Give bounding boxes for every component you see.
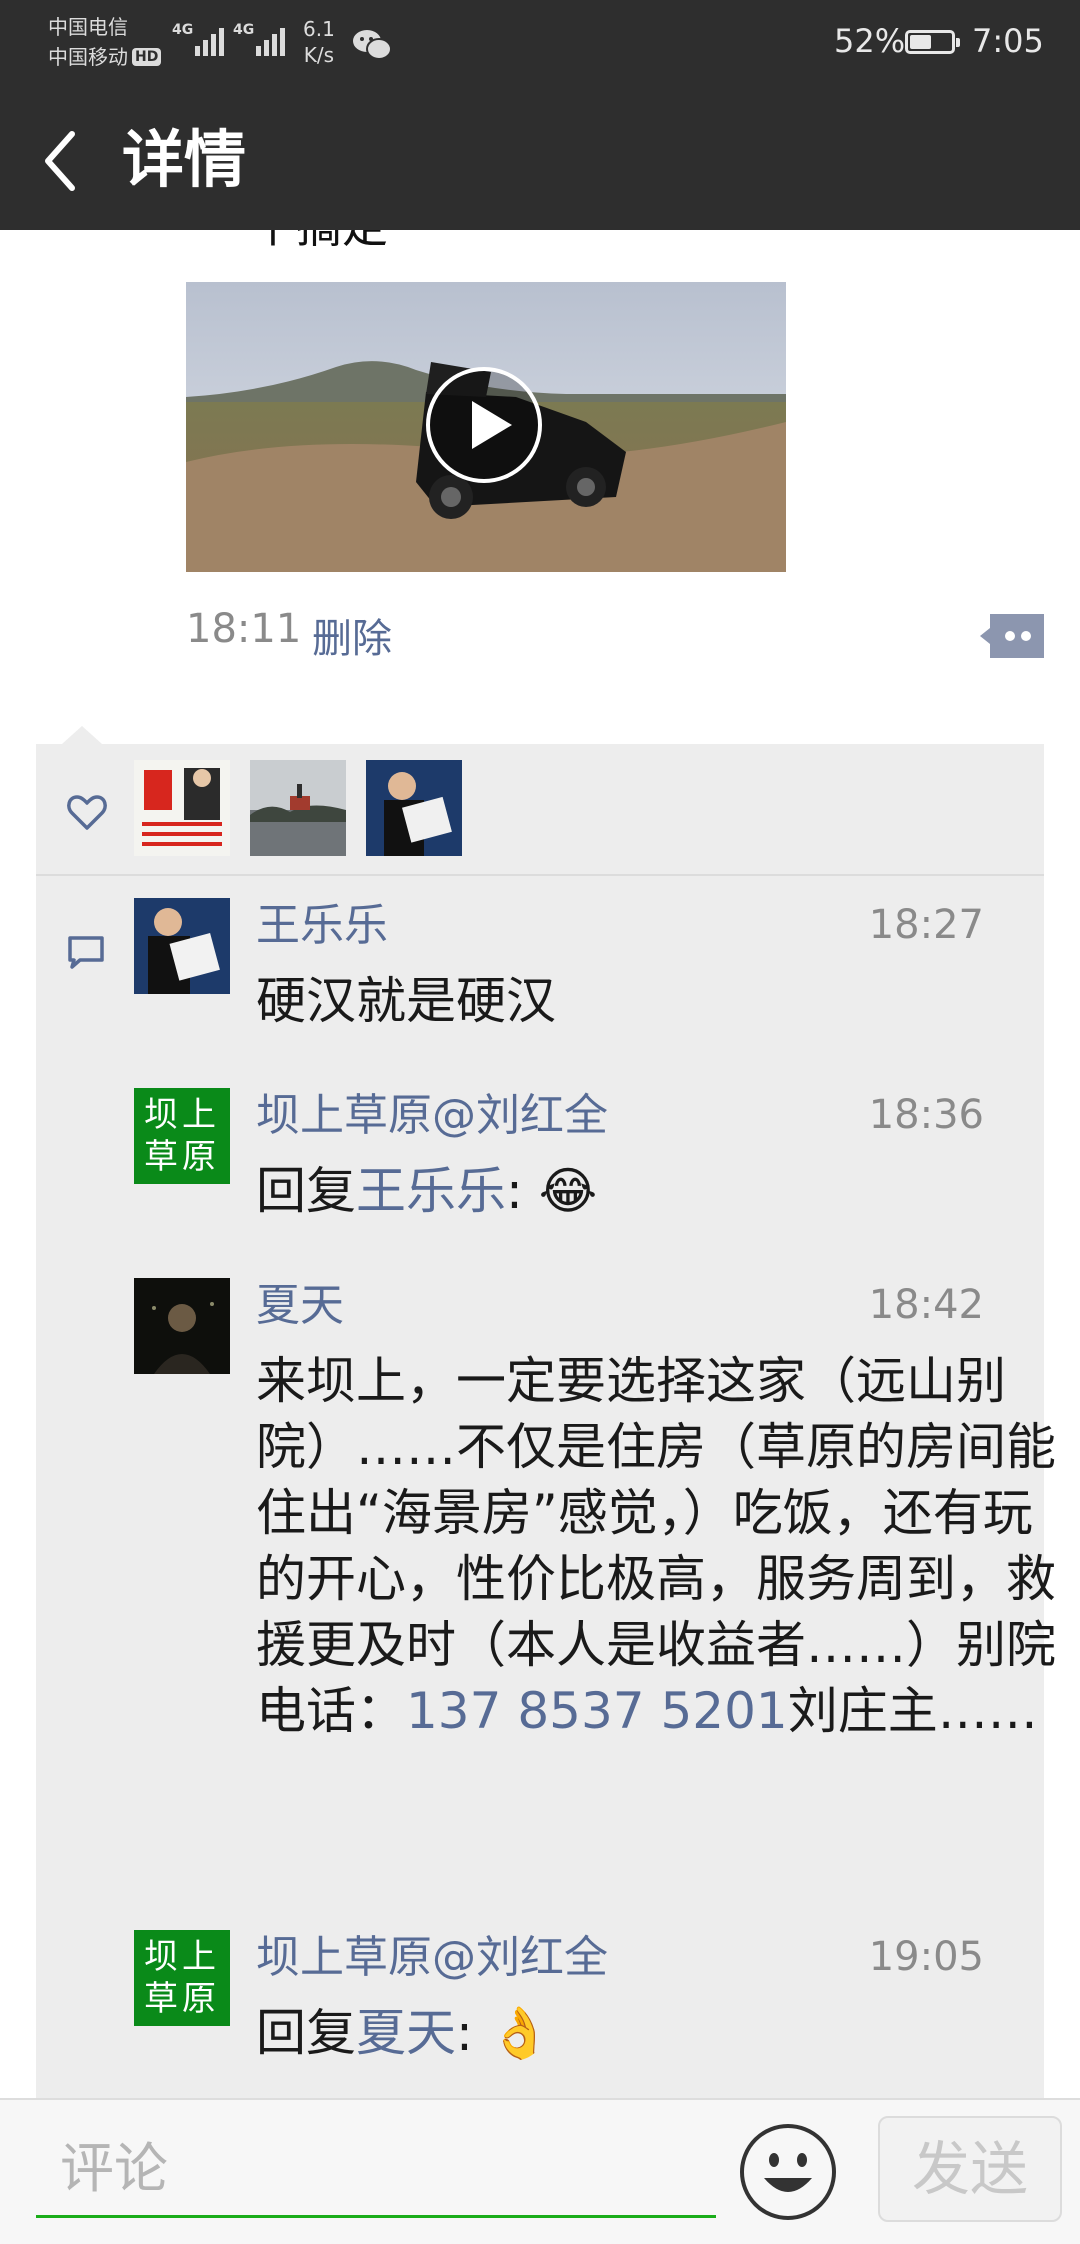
avatar-text-line-1: 坝上 [144, 1937, 220, 1977]
avatar-text-line-2: 草原 [144, 1979, 220, 2019]
commenter-name[interactable]: 坝上草原@刘红全 [256, 1088, 608, 1144]
phone-link[interactable]: 137 8537 5201 [406, 1682, 788, 1740]
net-speed-unit: K/s [303, 43, 335, 67]
comment-input[interactable] [36, 2122, 716, 2218]
avatar-image [134, 898, 230, 994]
like-avatar-3[interactable] [366, 760, 462, 856]
avatar-text-line-1: 坝上 [144, 1095, 220, 1135]
status-bar: 中国电信 中国移动 HD 4G 4G 6.1 K/s 52% 7:05 [0, 0, 1080, 90]
carrier-2: 中国移动 [48, 45, 128, 69]
like-avatar-2[interactable] [250, 760, 346, 856]
signal-2-label: 4G [233, 22, 255, 38]
reply-prefix: 回复 [256, 2004, 356, 2062]
comment-time: 18:42 [868, 1282, 984, 1328]
net-speed-value: 6.1 [303, 17, 335, 41]
comment-time: 18:27 [868, 902, 984, 948]
clock: 7:05 [972, 22, 1044, 60]
reply-to-name[interactable]: 王乐乐 [356, 1162, 506, 1220]
signal-1-label: 4G [172, 22, 194, 38]
comment-text-tail: 刘庄主…… [787, 1682, 1038, 1740]
signal-icon-1: 4G [172, 22, 225, 56]
video-thumbnail[interactable] [186, 282, 786, 572]
emoji-crying-laughing: 😂 [538, 1162, 598, 1220]
avatar[interactable]: 坝上 草原 [134, 1930, 230, 2026]
comment-time: 19:05 [868, 1934, 984, 1980]
commenter-name[interactable]: 王乐乐 [256, 898, 388, 954]
comment-icon [68, 936, 104, 969]
wechat-icon [353, 30, 392, 60]
page-title: 详情 [122, 123, 247, 196]
carrier-info: 中国电信 中国移动 HD [48, 12, 162, 72]
like-avatar-1[interactable] [134, 760, 230, 856]
heart-icon [67, 795, 107, 830]
comment-time: 18:36 [868, 1092, 984, 1138]
hd-badge: HD [132, 48, 162, 66]
avatar[interactable] [134, 1278, 230, 1374]
comment-area-pointer [62, 726, 102, 744]
carrier-1: 中国电信 [48, 15, 128, 39]
likes-divider [36, 874, 1044, 876]
send-button[interactable]: 发送 [878, 2116, 1062, 2222]
likes-row [36, 744, 1044, 874]
comment-text: 回复夏天: 👌 [256, 2000, 1036, 2066]
back-arrow-icon[interactable] [40, 126, 80, 196]
reply-separator: : [456, 2004, 473, 2062]
signal-icon-2: 4G [233, 22, 286, 56]
avatar-text-line-2: 草原 [144, 1137, 220, 1177]
comment-text: 回复王乐乐: 😂 [256, 1158, 1036, 1224]
emoji-icon[interactable] [738, 2122, 838, 2222]
post-time: 18:11 [186, 606, 302, 652]
comment-area: 王乐乐 18:27 硬汉就是硬汉 坝上 草原 坝上草原@刘红全 18:36 回复… [36, 744, 1056, 2098]
avatar-image [134, 1278, 230, 1374]
avatar [134, 760, 230, 856]
emoji-ok-hand: 👌 [488, 2004, 552, 2062]
avatar[interactable] [134, 898, 230, 994]
battery-icon [905, 30, 960, 54]
avatar [366, 760, 462, 856]
nav-bar: 详情 [0, 90, 1080, 230]
avatar [250, 760, 346, 856]
reply-to-name[interactable]: 夏天 [356, 2004, 456, 2062]
more-actions-icon[interactable] [980, 614, 1044, 658]
comment-input-bar: 发送 [0, 2098, 1080, 2244]
commenter-name[interactable]: 坝上草原@刘红全 [256, 1930, 608, 1986]
reply-separator: : [506, 1162, 523, 1220]
delete-button[interactable]: 删除 [312, 606, 392, 664]
reply-prefix: 回复 [256, 1162, 356, 1220]
post-text-truncated: 个搞定 [250, 230, 388, 256]
play-icon[interactable] [426, 367, 542, 483]
battery-percent: 52% [834, 22, 906, 60]
net-speed: 6.1 K/s [303, 16, 335, 68]
post-detail: 个搞定 18:11 删除 [0, 230, 1080, 2098]
avatar[interactable]: 坝上 草原 [134, 1088, 230, 1184]
commenter-name[interactable]: 夏天 [256, 1278, 344, 1334]
comment-text: 硬汉就是硬汉 [256, 972, 556, 1030]
comment-text: 来坝上，一定要选择这家（远山别院）……不仅是住房（草原的房间能住出“海景房”感觉… [256, 1348, 1056, 1744]
